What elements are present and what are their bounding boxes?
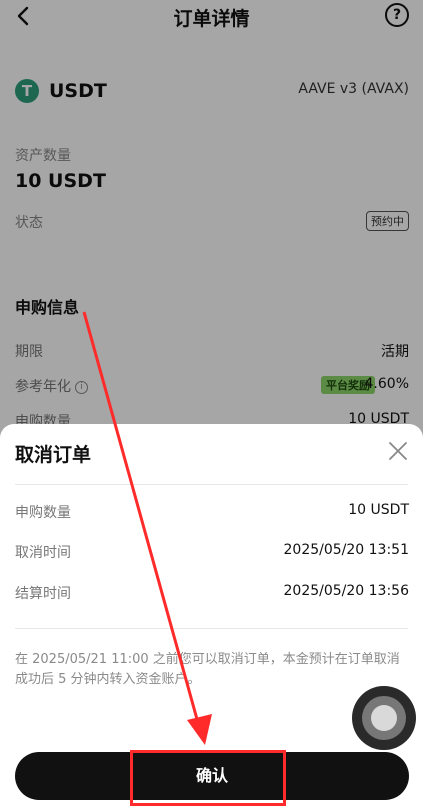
sheet-title: 取消订单: [15, 444, 92, 466]
row-label: 申购数量: [15, 505, 71, 521]
row-label: 结算时间: [15, 586, 71, 602]
close-icon[interactable]: [387, 440, 409, 462]
divider: [15, 628, 408, 629]
cancel-notice: 在 2025/05/21 11:00 之前您可以取消订单，本金预计在订单取消成功…: [15, 652, 400, 687]
row-value: 10 USDT: [348, 502, 409, 518]
floating-core: [371, 705, 397, 731]
row-label: 取消时间: [15, 545, 71, 561]
divider: [15, 484, 408, 485]
row-value: 2025/05/20 13:56: [283, 583, 410, 599]
row-value: 2025/05/20 13:51: [283, 542, 410, 558]
floating-assistive-button[interactable]: [352, 686, 416, 750]
annotation-highlight-box: [130, 750, 286, 806]
